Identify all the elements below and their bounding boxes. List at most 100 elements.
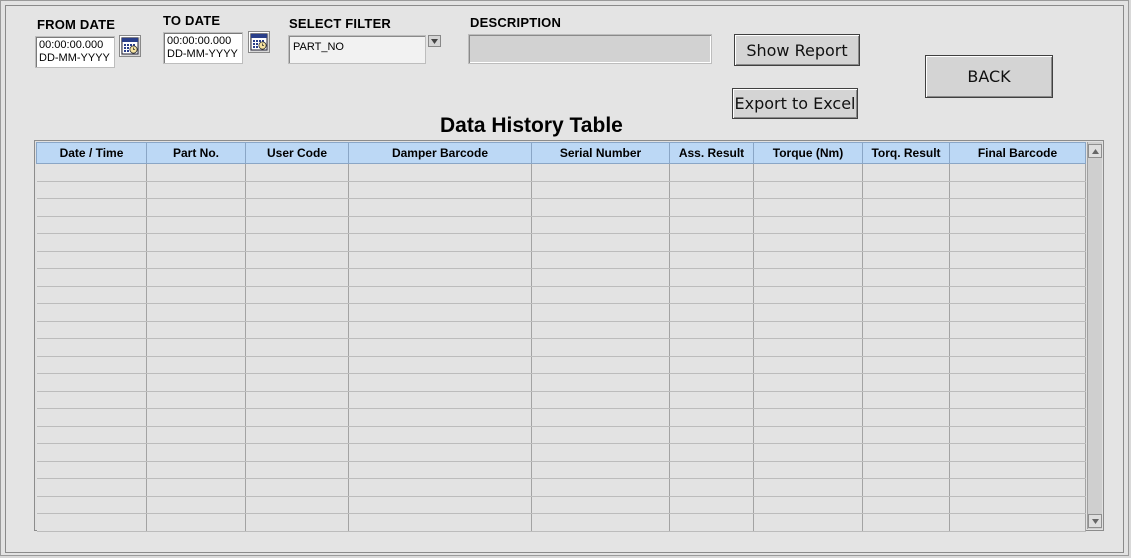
table-cell[interactable] xyxy=(531,356,670,374)
column-header-torq-result[interactable]: Torq. Result xyxy=(862,142,950,164)
table-cell[interactable] xyxy=(245,408,349,427)
table-cell[interactable] xyxy=(753,426,863,444)
table-row[interactable] xyxy=(36,513,1086,532)
table-cell[interactable] xyxy=(753,198,863,217)
table-cell[interactable] xyxy=(531,181,670,199)
table-cell[interactable] xyxy=(348,513,532,532)
table-cell[interactable] xyxy=(753,163,863,182)
table-cell[interactable] xyxy=(949,198,1086,217)
table-cell[interactable] xyxy=(949,408,1086,427)
table-cell[interactable] xyxy=(348,286,532,304)
table-cell[interactable] xyxy=(862,286,950,304)
table-row[interactable] xyxy=(36,303,1086,322)
table-cell[interactable] xyxy=(245,321,349,339)
table-cell[interactable] xyxy=(348,321,532,339)
table-cell[interactable] xyxy=(36,338,147,357)
select-filter-dropdown[interactable]: PART_NO xyxy=(288,35,426,64)
table-cell[interactable] xyxy=(669,478,754,497)
table-cell[interactable] xyxy=(36,251,147,269)
table-cell[interactable] xyxy=(753,181,863,199)
table-row[interactable] xyxy=(36,496,1086,514)
table-cell[interactable] xyxy=(949,496,1086,514)
table-row[interactable] xyxy=(36,268,1086,287)
table-cell[interactable] xyxy=(669,233,754,252)
from-date-calendar-button[interactable] xyxy=(119,35,141,57)
table-cell[interactable] xyxy=(949,478,1086,497)
table-cell[interactable] xyxy=(669,426,754,444)
table-cell[interactable] xyxy=(753,356,863,374)
table-cell[interactable] xyxy=(949,338,1086,357)
table-cell[interactable] xyxy=(245,303,349,322)
table-cell[interactable] xyxy=(862,461,950,479)
table-cell[interactable] xyxy=(146,268,246,287)
table-cell[interactable] xyxy=(862,321,950,339)
table-cell[interactable] xyxy=(531,478,670,497)
table-cell[interactable] xyxy=(245,373,349,392)
table-cell[interactable] xyxy=(146,216,246,234)
select-filter-arrow-button[interactable] xyxy=(428,35,441,47)
table-cell[interactable] xyxy=(669,513,754,532)
table-row[interactable] xyxy=(36,408,1086,427)
table-row[interactable] xyxy=(36,443,1086,462)
table-cell[interactable] xyxy=(949,461,1086,479)
table-cell[interactable] xyxy=(862,443,950,462)
table-cell[interactable] xyxy=(36,268,147,287)
table-cell[interactable] xyxy=(949,303,1086,322)
table-cell[interactable] xyxy=(669,251,754,269)
table-cell[interactable] xyxy=(36,198,147,217)
table-cell[interactable] xyxy=(245,198,349,217)
table-cell[interactable] xyxy=(146,181,246,199)
table-cell[interactable] xyxy=(531,198,670,217)
table-cell[interactable] xyxy=(146,426,246,444)
table-cell[interactable] xyxy=(531,461,670,479)
table-cell[interactable] xyxy=(531,391,670,409)
table-row[interactable] xyxy=(36,233,1086,252)
table-cell[interactable] xyxy=(531,513,670,532)
table-cell[interactable] xyxy=(36,391,147,409)
table-row[interactable] xyxy=(36,216,1086,234)
table-cell[interactable] xyxy=(669,216,754,234)
table-cell[interactable] xyxy=(669,303,754,322)
table-cell[interactable] xyxy=(348,338,532,357)
table-cell[interactable] xyxy=(862,478,950,497)
table-cell[interactable] xyxy=(245,391,349,409)
table-cell[interactable] xyxy=(862,198,950,217)
table-cell[interactable] xyxy=(669,496,754,514)
table-cell[interactable] xyxy=(669,286,754,304)
table-cell[interactable] xyxy=(348,408,532,427)
table-cell[interactable] xyxy=(36,426,147,444)
table-cell[interactable] xyxy=(753,233,863,252)
table-cell[interactable] xyxy=(348,426,532,444)
table-cell[interactable] xyxy=(862,216,950,234)
table-row[interactable] xyxy=(36,198,1086,217)
table-cell[interactable] xyxy=(36,461,147,479)
table-cell[interactable] xyxy=(245,426,349,444)
table-cell[interactable] xyxy=(146,303,246,322)
table-cell[interactable] xyxy=(949,268,1086,287)
table-cell[interactable] xyxy=(531,286,670,304)
export-to-excel-button[interactable]: Export to Excel xyxy=(732,88,858,119)
scroll-down-button[interactable] xyxy=(1088,514,1102,528)
table-cell[interactable] xyxy=(531,303,670,322)
table-cell[interactable] xyxy=(245,356,349,374)
table-cell[interactable] xyxy=(245,443,349,462)
column-header-part-no[interactable]: Part No. xyxy=(146,142,246,164)
table-cell[interactable] xyxy=(862,496,950,514)
table-cell[interactable] xyxy=(146,408,246,427)
back-button[interactable]: BACK xyxy=(925,55,1053,98)
table-cell[interactable] xyxy=(753,391,863,409)
table-cell[interactable] xyxy=(348,233,532,252)
table-cell[interactable] xyxy=(146,251,246,269)
table-cell[interactable] xyxy=(348,443,532,462)
table-cell[interactable] xyxy=(669,391,754,409)
table-cell[interactable] xyxy=(146,443,246,462)
table-cell[interactable] xyxy=(36,373,147,392)
from-date-input[interactable]: 00:00:00.000 DD-MM-YYYY xyxy=(35,36,115,68)
to-date-calendar-button[interactable] xyxy=(248,31,270,53)
table-cell[interactable] xyxy=(245,338,349,357)
table-cell[interactable] xyxy=(949,373,1086,392)
table-cell[interactable] xyxy=(245,233,349,252)
table-cell[interactable] xyxy=(245,251,349,269)
column-header-ass-result[interactable]: Ass. Result xyxy=(669,142,754,164)
table-cell[interactable] xyxy=(146,338,246,357)
